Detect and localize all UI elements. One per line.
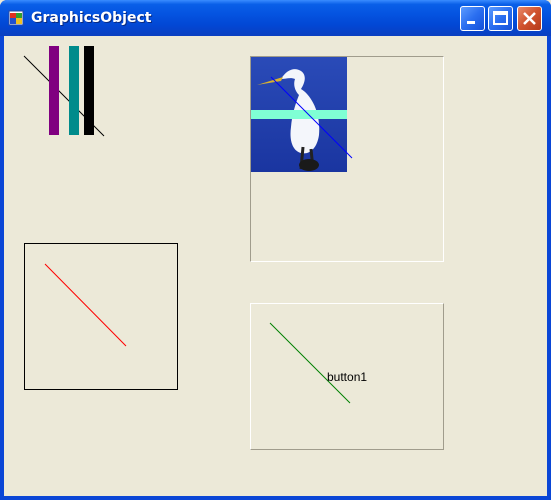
window-title: GraphicsObject [31,10,152,26]
maximize-button[interactable] [488,6,513,31]
green-diagonal-line [269,322,351,404]
close-button[interactable] [517,6,542,31]
purple-stripe [49,46,59,135]
picture-box [250,56,444,262]
teal-stripe [69,46,79,135]
main-window: GraphicsObject button1 [0,0,551,500]
button1-label: button1 [327,370,368,384]
title-bar[interactable]: GraphicsObject [0,0,551,36]
red-diagonal-line [44,263,127,347]
form-drawing-canvas [23,46,105,137]
minimize-button[interactable] [460,6,485,31]
picture-overlay [251,76,353,159]
black-stripe [84,46,94,135]
panel-drawing [44,263,127,347]
button1[interactable]: button1 [250,303,444,450]
highlight-band [251,110,347,119]
client-area: button1 [4,36,547,496]
close-icon [523,12,536,25]
minimize-icon [467,21,475,24]
left-panel [24,243,178,390]
app-window-icon[interactable] [8,10,24,26]
maximize-icon [493,11,508,25]
